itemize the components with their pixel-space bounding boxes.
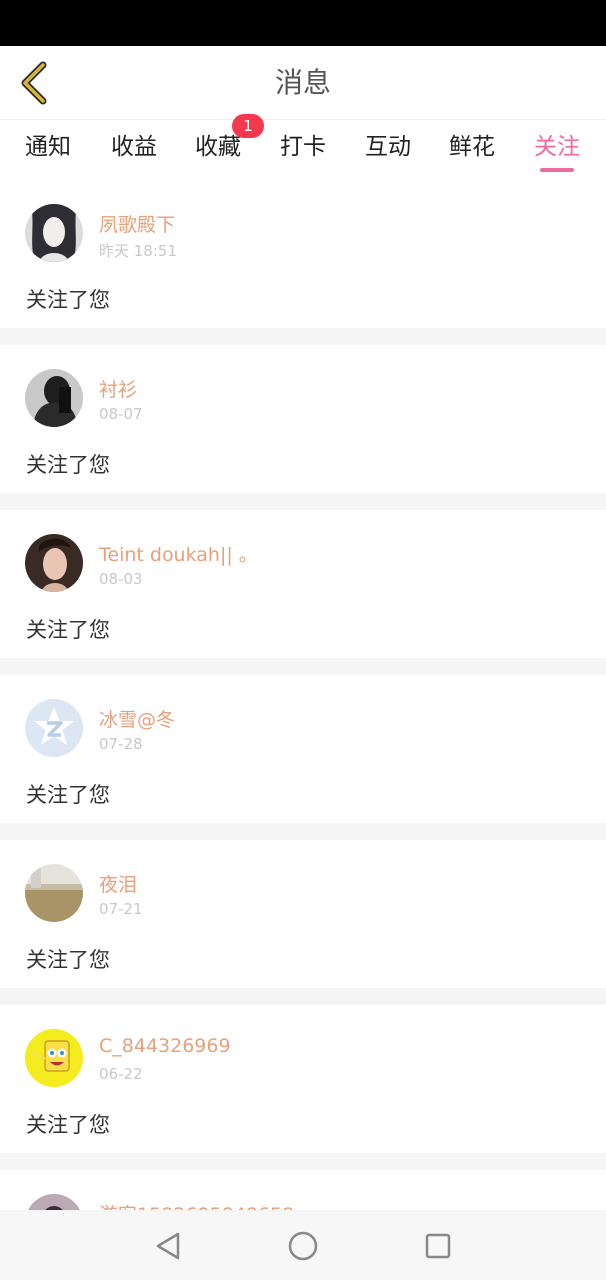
list-item[interactable]: Teint doukah|| 。 08-03 关注了您	[0, 510, 606, 658]
user-name[interactable]: 冰雪@冬	[99, 705, 175, 732]
header: 消息	[0, 46, 606, 120]
nav-back-button[interactable]	[148, 1226, 188, 1266]
list-item[interactable]: 夜泪 07-21 关注了您	[0, 840, 606, 988]
system-navigation-bar	[0, 1212, 606, 1280]
message-date: 昨天 18:51	[99, 242, 177, 260]
nav-recents-button[interactable]	[418, 1226, 458, 1266]
message-date: 07-28	[99, 735, 143, 753]
avatar[interactable]	[25, 534, 83, 592]
tab-earnings[interactable]: 收益	[92, 120, 176, 180]
message-text: 关注了您	[26, 618, 110, 642]
avatar[interactable]	[25, 864, 83, 922]
avatar[interactable]	[25, 369, 83, 427]
user-name[interactable]: 夙歌殿下	[99, 210, 175, 237]
back-button[interactable]	[14, 58, 54, 108]
tab-notifications[interactable]: 通知	[6, 120, 90, 180]
list-item[interactable]: C_844326969 06-22 关注了您	[0, 1005, 606, 1153]
tab-interaction[interactable]: 互动	[346, 120, 430, 180]
avatar[interactable]	[25, 1194, 83, 1210]
tab-follow[interactable]: 关注	[515, 120, 599, 180]
nav-home-button[interactable]	[283, 1226, 323, 1266]
user-name[interactable]: 衬衫	[99, 375, 137, 402]
user-name[interactable]: C_844326969	[99, 1035, 231, 1057]
circle-home-icon	[288, 1231, 318, 1261]
tab-favorites[interactable]: 收藏 1	[176, 114, 264, 180]
message-date: 08-07	[99, 405, 143, 423]
default-avatar-icon	[25, 699, 83, 757]
user-name[interactable]: 游客1582695848658	[99, 1200, 294, 1210]
user-name[interactable]: 夜泪	[99, 870, 137, 897]
page-title: 消息	[274, 66, 331, 99]
message-text: 关注了您	[26, 1113, 110, 1137]
list-item[interactable]: 游客1582695848658	[0, 1170, 606, 1210]
tab-flowers[interactable]: 鲜花	[430, 120, 514, 180]
chevron-left-icon	[21, 61, 47, 105]
message-date: 07-21	[99, 900, 143, 918]
avatar[interactable]	[25, 1029, 83, 1087]
tab-checkin[interactable]: 打卡	[261, 120, 345, 180]
active-tab-indicator	[540, 168, 574, 172]
user-name[interactable]: Teint doukah|| 。	[99, 540, 258, 567]
list-item[interactable]: 冰雪@冬 07-28 关注了您	[0, 675, 606, 823]
message-text: 关注了您	[26, 453, 110, 477]
list-item[interactable]: 夙歌殿下 昨天 18:51 关注了您	[0, 180, 606, 328]
avatar[interactable]	[25, 204, 83, 262]
list-item[interactable]: 衬衫 08-07 关注了您	[0, 345, 606, 493]
square-recents-icon	[425, 1233, 451, 1259]
message-text: 关注了您	[26, 288, 110, 312]
message-list: 夙歌殿下 昨天 18:51 关注了您 衬衫 08-07 关注了您 Teint d…	[0, 180, 606, 1210]
avatar[interactable]	[25, 699, 83, 757]
favorites-count-badge: 1	[232, 114, 264, 138]
triangle-back-icon	[156, 1232, 180, 1260]
tab-bar: 通知 收益 收藏 1 打卡 互动 鲜花 关注	[0, 114, 606, 180]
message-date: 08-03	[99, 570, 143, 588]
status-bar	[0, 0, 606, 46]
message-text: 关注了您	[26, 783, 110, 807]
message-date: 06-22	[99, 1065, 143, 1083]
message-text: 关注了您	[26, 948, 110, 972]
